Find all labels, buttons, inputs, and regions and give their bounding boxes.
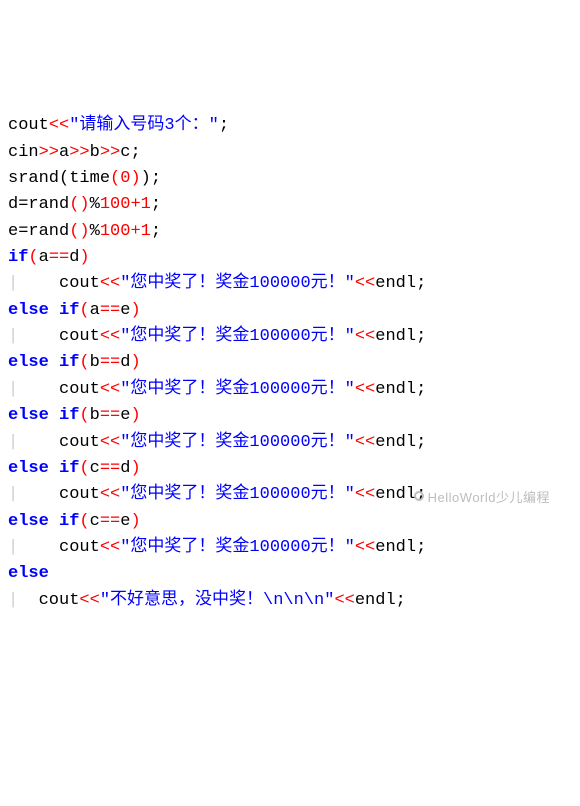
watermark-icon (414, 491, 424, 501)
func-srand: srand (8, 169, 59, 188)
op-stream-in: >> (39, 143, 59, 162)
func-time: time (69, 169, 110, 188)
num-one: 1 (141, 195, 151, 214)
semicolon: ; (219, 116, 229, 135)
num-zero: 0 (120, 169, 130, 188)
op-plus: + (130, 195, 140, 214)
var-b: b (90, 143, 100, 162)
ident-endl: endl (375, 274, 416, 293)
kw-if: if (8, 248, 28, 267)
string-prompt: "请输入号码3个：" (69, 116, 219, 135)
watermark: HelloWorld少儿编程 (414, 488, 550, 508)
op-assign: = (18, 195, 28, 214)
var-e: e (8, 222, 18, 241)
op-mod: % (90, 195, 100, 214)
var-c: c (120, 143, 130, 162)
func-rand: rand (28, 195, 69, 214)
string-lose: "不好意思，没中奖！\n\n\n" (100, 591, 335, 610)
var-d: d (8, 195, 18, 214)
ident-cin: cin (8, 143, 39, 162)
code-block: cout<<"请输入号码3个："; cin>>a>>b>>c; srand(ti… (8, 113, 572, 614)
num-hundred: 100 (100, 195, 131, 214)
indent-guide: | (8, 274, 18, 293)
watermark-text: HelloWorld少儿编程 (428, 490, 550, 505)
string-win: "您中奖了！奖金100000元！" (120, 274, 355, 293)
op-stream-out: << (49, 116, 69, 135)
op-eqeq: == (49, 248, 69, 267)
kw-else: else (8, 301, 49, 320)
var-a: a (59, 143, 69, 162)
ident-cout: cout (8, 116, 49, 135)
